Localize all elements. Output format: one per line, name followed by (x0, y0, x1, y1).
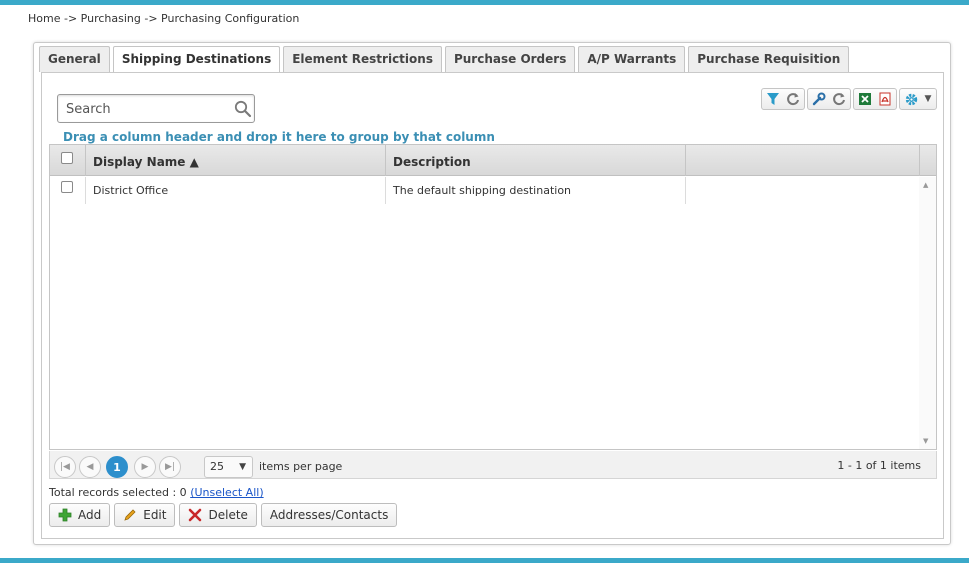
filter-group (761, 88, 805, 110)
add-button[interactable]: Add (49, 503, 111, 527)
grid-header: Display Name ▲ Description (50, 145, 936, 176)
page-size-value: 25 (210, 460, 224, 473)
refresh-columns-icon[interactable] (829, 89, 849, 109)
tab-purchase-orders[interactable]: Purchase Orders (444, 46, 576, 72)
delete-x-icon (188, 508, 202, 522)
first-page-icon[interactable]: |◀ (54, 456, 76, 478)
breadcrumb: Home -> Purchasing -> Purchasing Configu… (28, 12, 300, 25)
selection-count: Total records selected : 0 (49, 486, 187, 499)
edit-button-label: Edit (143, 508, 167, 522)
column-header-display-name[interactable]: Display Name ▲ (86, 145, 386, 176)
bottom-accent-bar (0, 558, 969, 563)
page-size-select[interactable]: 25 ▼ (204, 456, 253, 478)
pencil-icon (123, 508, 137, 522)
page-number-current[interactable]: 1 (106, 456, 128, 478)
scroll-up-icon[interactable]: ▲ (923, 181, 928, 189)
table-row[interactable]: District Office The default shipping des… (50, 177, 918, 204)
row-checkbox[interactable] (61, 181, 73, 193)
export-group (853, 88, 897, 110)
addresses-contacts-label: Addresses/Contacts (269, 508, 389, 522)
plus-icon (58, 508, 72, 522)
last-page-icon[interactable]: ▶| (159, 456, 181, 478)
columns-group (807, 88, 851, 110)
selection-summary: Total records selected : 0 (Unselect All… (49, 486, 264, 499)
wrench-icon[interactable] (809, 89, 829, 109)
tab-purchase-requisition[interactable]: Purchase Requisition (688, 46, 850, 72)
delete-button-label: Delete (208, 508, 248, 522)
grid-pager: |◀ ◀ 1 ▶ ▶| 25 ▼ items per page 1 - 1 of… (49, 451, 937, 479)
pager-info: 1 - 1 of 1 items (837, 459, 921, 472)
cell-display-name: District Office (86, 177, 386, 204)
tab-bar: General Shipping Destinations Element Re… (39, 46, 852, 73)
select-all-checkbox[interactable] (61, 152, 73, 164)
search-box (57, 94, 255, 123)
addresses-contacts-button[interactable]: Addresses/Contacts (260, 503, 398, 527)
items-per-page-label: items per page (259, 460, 343, 473)
refresh-filter-icon[interactable] (783, 89, 803, 109)
unselect-all-link[interactable]: (Unselect All) (190, 486, 263, 499)
edit-button[interactable]: Edit (114, 503, 176, 527)
next-page-icon[interactable]: ▶ (134, 456, 156, 478)
chevron-down-icon: ▼ (239, 462, 246, 472)
grid-scrollbar[interactable]: ▲ ▼ (919, 177, 936, 449)
excel-icon[interactable] (855, 89, 875, 109)
action-buttons: Add Edit Delete Addresses/Contacts (49, 503, 401, 527)
cell-description: The default shipping destination (386, 177, 686, 204)
settings-group: ▼ (899, 88, 937, 110)
search-input[interactable] (64, 100, 229, 118)
prev-page-icon[interactable]: ◀ (79, 456, 101, 478)
top-accent-bar (0, 0, 969, 5)
tab-ap-warrants[interactable]: A/P Warrants (578, 46, 686, 72)
cell-empty (686, 177, 918, 204)
shipping-destinations-grid: Display Name ▲ Description District Offi… (49, 144, 937, 450)
row-select-cell (50, 177, 86, 204)
delete-button[interactable]: Delete (179, 503, 257, 527)
select-all-cell (50, 145, 86, 176)
pdf-icon[interactable] (875, 89, 895, 109)
tab-shipping-destinations[interactable]: Shipping Destinations (112, 46, 281, 73)
tab-general[interactable]: General (39, 46, 110, 72)
search-icon[interactable] (234, 100, 252, 118)
configuration-panel: General Shipping Destinations Element Re… (33, 42, 951, 545)
scroll-down-icon[interactable]: ▼ (923, 437, 928, 445)
filter-icon[interactable] (763, 89, 783, 109)
column-header-empty (686, 145, 920, 176)
column-header-description[interactable]: Description (386, 145, 686, 176)
tab-content: ▼ Drag a column header and drop it here … (41, 72, 944, 539)
group-by-hint: Drag a column header and drop it here to… (63, 130, 495, 144)
add-button-label: Add (78, 508, 102, 522)
grid-toolbar: ▼ (759, 88, 937, 110)
gear-icon[interactable] (901, 89, 921, 109)
settings-dropdown-icon[interactable]: ▼ (921, 89, 935, 109)
tab-element-restrictions[interactable]: Element Restrictions (283, 46, 442, 72)
